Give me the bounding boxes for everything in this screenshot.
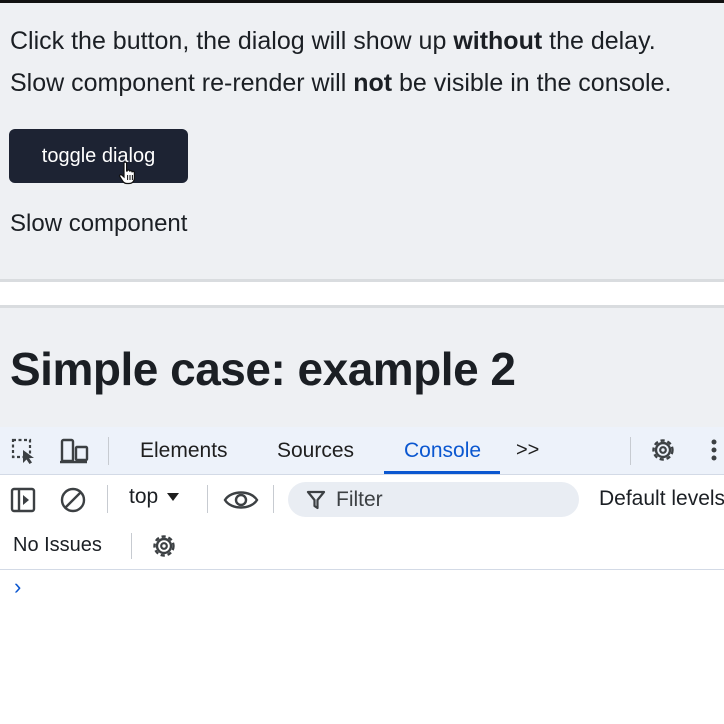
example-2-heading: Simple case: example 2 [10, 343, 516, 395]
tab-elements[interactable]: Elements [140, 427, 228, 474]
instruction-2-emphasis: not [353, 69, 393, 97]
tab-separator-right [630, 437, 631, 465]
instruction-2-text: Slow component re-render will [10, 69, 354, 97]
instruction-1-emphasis: without [453, 27, 543, 55]
issues-separator [131, 533, 132, 559]
toolbar-separator [273, 485, 274, 513]
issues-count[interactable]: No Issues [13, 534, 102, 557]
tab-console[interactable]: Console [383, 427, 501, 474]
device-toolbar-icon[interactable] [56, 435, 92, 467]
console-output[interactable]: › [0, 570, 724, 724]
filter-placeholder: Filter [336, 487, 383, 511]
slow-component-text: Slow component [10, 210, 188, 237]
toggle-dialog-button[interactable]: toggle dialog [9, 129, 188, 183]
more-options-icon[interactable] [706, 435, 722, 465]
clear-console-icon[interactable] [58, 485, 88, 515]
filter-funnel-icon [306, 490, 326, 509]
more-tabs-chevron-icon[interactable]: >> [516, 427, 539, 474]
toolbar-separator [207, 485, 208, 513]
issues-bar: No Issues [0, 523, 724, 570]
toolbar-separator [107, 485, 108, 513]
hand-cursor-icon [119, 161, 135, 185]
sidebar-toggle-icon[interactable] [8, 485, 38, 515]
devtools-tab-bar: Elements Sources Console >> [0, 427, 724, 475]
console-toolbar: top Filter Default levels [0, 475, 724, 523]
context-selector[interactable]: top [129, 485, 180, 509]
instruction-line-2: Slow component re-render will not be vis… [10, 67, 671, 99]
settings-gear-icon[interactable] [648, 435, 678, 465]
context-label: top [129, 485, 159, 508]
instruction-1-tail: the delay. [542, 27, 656, 55]
tab-sources[interactable]: Sources [277, 427, 354, 474]
instruction-1-text: Click the button, the dialog will show u… [10, 27, 454, 55]
live-expression-eye-icon[interactable] [222, 485, 260, 515]
example-1-section: Click the button, the dialog will show u… [0, 3, 724, 282]
dropdown-arrow-icon [167, 493, 180, 501]
log-levels-dropdown[interactable]: Default levels [599, 487, 724, 511]
instruction-2-tail: be visible in the console. [392, 69, 672, 97]
console-settings-gear-icon[interactable] [149, 531, 179, 561]
inspect-element-icon[interactable] [8, 435, 40, 467]
tab-separator [108, 437, 109, 465]
console-prompt-chevron-icon[interactable]: › [14, 574, 21, 600]
filter-input[interactable]: Filter [288, 482, 579, 517]
example-2-section: Simple case: example 2 [0, 305, 724, 430]
instruction-line-1: Click the button, the dialog will show u… [10, 25, 656, 57]
